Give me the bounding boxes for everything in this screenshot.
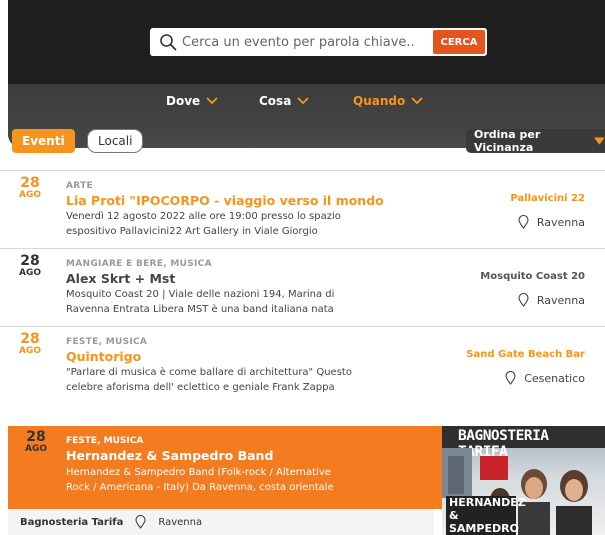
event-category: ARTE <box>66 181 93 191</box>
filters: Dove Cosa Quando <box>8 94 605 114</box>
date-badge: 28 AGO <box>12 176 48 206</box>
chevron-down-icon <box>206 97 218 105</box>
event-venue[interactable]: Mosquito Coast 20 <box>480 271 585 282</box>
event-description-line: Mosquito Coast 20 | Viale delle nazioni … <box>66 289 335 300</box>
event-category: FESTE, MUSICA <box>66 337 148 347</box>
date-badge: 28 AGO <box>18 430 54 460</box>
filter-quando[interactable]: Quando <box>353 94 423 108</box>
event-description-line: celebre aforisma dell' eclettico e genia… <box>66 382 335 393</box>
tab-eventi[interactable]: Eventi <box>12 129 75 153</box>
event-location: Cesenatico <box>505 371 585 385</box>
event-description-line: "Parlare di musica è come ballare di arc… <box>66 367 352 378</box>
event-description-line: espositivo Pallavicini22 Art Gallery in … <box>66 226 318 237</box>
event-title[interactable]: Hernandez & Sampedro Band <box>66 448 273 463</box>
tabs-row: Eventi Locali Ordina per Vicinanza <box>0 128 605 155</box>
event-item[interactable]: 28 AGO MANGIARE E BERE, MUSICA Alex Skrt… <box>0 248 605 322</box>
filter-label: Dove <box>166 94 201 108</box>
event-description-line: Ravenna Entrata Libera MST è una band it… <box>66 304 334 315</box>
filter-label: Quando <box>353 94 406 108</box>
featured-footer: Bagnosteria Tarifa Ravenna <box>8 509 434 535</box>
event-description: Venerdì 12 agosto 2022 alle ore 19:00 pr… <box>66 209 376 239</box>
date-day: 28 <box>20 331 40 347</box>
image-sign-text: SAMPEDRO <box>449 522 519 535</box>
date-month: AGO <box>18 190 41 200</box>
event-venue[interactable]: Bagnosteria Tarifa <box>20 517 123 528</box>
location-pin-icon <box>518 293 529 307</box>
date-day: 28 <box>20 253 40 269</box>
event-description-line: Rock / Americana - Italy) Da Ravenna, co… <box>66 482 334 493</box>
date-month: AGO <box>18 268 41 278</box>
event-venue[interactable]: Sand Gate Beach Bar <box>466 349 585 360</box>
sort-button[interactable]: Ordina per Vicinanza <box>466 128 605 154</box>
event-image[interactable]: BAGNOSTERIA TARIFA HERNANDEZ & SAMPEDRO <box>442 426 605 535</box>
event-city: Ravenna <box>536 215 585 229</box>
event-title[interactable]: Quintorigo <box>66 349 141 364</box>
location-pin-icon <box>135 515 146 529</box>
filter-label: Cosa <box>259 94 292 108</box>
image-sign: HERNANDEZ & SAMPEDRO <box>446 496 526 535</box>
image-sign-text: HERNANDEZ & <box>449 496 526 522</box>
date-month: AGO <box>18 346 41 356</box>
date-day: 28 <box>26 429 46 445</box>
event-description: Mosquito Coast 20 | Viale delle nazioni … <box>66 287 376 317</box>
filter-dove[interactable]: Dove <box>166 94 218 108</box>
search-header: CERCA Dove Cosa Quando <box>8 0 605 148</box>
filter-cosa[interactable]: Cosa <box>259 94 309 108</box>
date-day: 28 <box>20 175 40 191</box>
event-category: MANGIARE E BERE, MUSICA <box>66 259 212 269</box>
featured-event[interactable]: 28 AGO FESTE, MUSICA Hernandez & Sampedr… <box>8 426 605 535</box>
event-description: Hernandez & Sampedro Band (Folk-rock / A… <box>66 465 376 495</box>
event-item[interactable]: 28 AGO FESTE, MUSICA Quintorigo "Parlare… <box>0 326 605 400</box>
date-badge: 28 AGO <box>12 332 48 362</box>
tab-locali[interactable]: Locali <box>87 129 144 153</box>
event-city: Cesenatico <box>524 371 585 385</box>
event-description: "Parlare di musica è come ballare di arc… <box>66 365 376 395</box>
event-location: Ravenna <box>518 215 585 229</box>
search-button[interactable]: CERCA <box>433 30 485 54</box>
sort-label: Ordina per Vicinanza <box>474 128 541 154</box>
event-description-line: Venerdì 12 agosto 2022 alle ore 19:00 pr… <box>66 211 341 222</box>
search-input[interactable] <box>182 29 418 55</box>
event-title[interactable]: Alex Skrt + Mst <box>66 271 175 286</box>
triangle-down-icon <box>594 137 605 145</box>
chevron-down-icon <box>297 97 309 105</box>
event-description-line: Hernandez & Sampedro Band (Folk-rock / A… <box>66 467 331 478</box>
search-box[interactable]: CERCA <box>150 28 487 56</box>
event-location: Ravenna <box>518 293 585 307</box>
date-badge: 28 AGO <box>12 254 48 284</box>
event-city: Ravenna <box>536 293 585 307</box>
event-item[interactable]: 28 AGO ARTE Lia Proti "IPOCORPO - viaggi… <box>0 170 605 244</box>
date-month: AGO <box>24 444 47 454</box>
search-icon <box>154 28 182 56</box>
event-category: FESTE, MUSICA <box>66 436 144 446</box>
location-pin-icon <box>518 215 529 229</box>
event-title[interactable]: Lia Proti "IPOCORPO - viaggio verso il m… <box>66 193 384 208</box>
event-venue[interactable]: Pallavicini 22 <box>510 193 585 204</box>
location-pin-icon <box>505 371 516 385</box>
chevron-down-icon <box>411 97 423 105</box>
event-city: Ravenna <box>158 516 203 528</box>
